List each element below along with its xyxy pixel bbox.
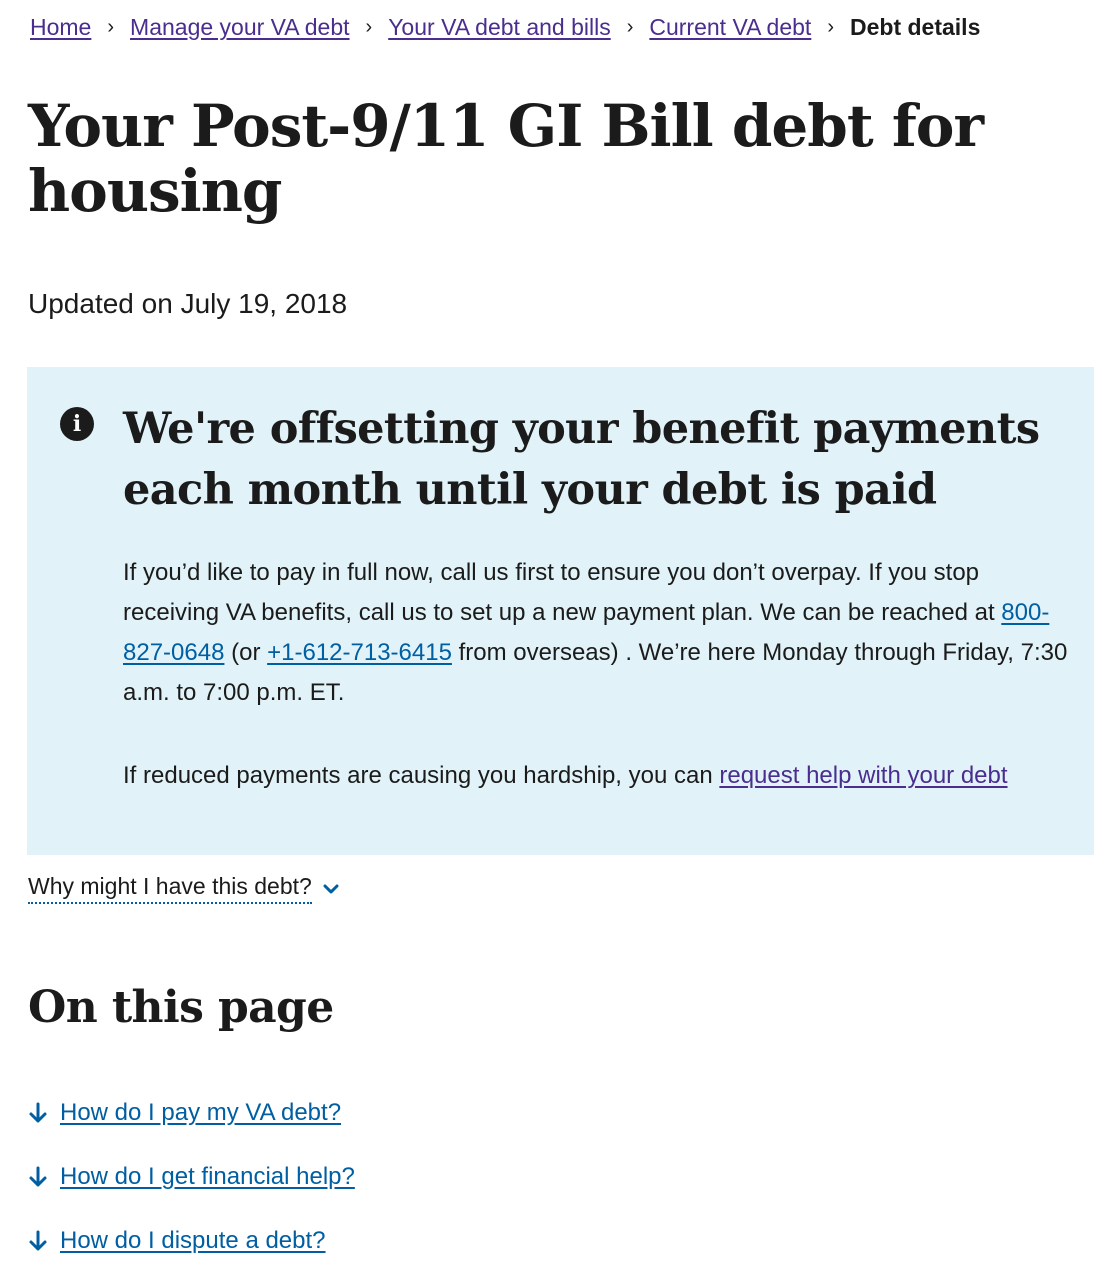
chevron-down-icon [323,884,339,893]
alert-paragraph-hardship: If reduced payments are causing you hard… [123,756,1073,796]
breadcrumb: Home › Manage your VA debt › Your VA deb… [30,14,980,41]
arrow-down-icon [29,1230,47,1251]
info-alert: i We're offsetting your benefit payments… [27,367,1094,855]
request-help-link[interactable]: request help with your debt [719,762,1007,789]
alert-paragraph-contact: If you’d like to pay in full now, call u… [123,553,1073,713]
breadcrumb-separator: › [626,16,634,38]
alert-body: If you’d like to pay in full now, call u… [123,553,1073,796]
why-debt-label: Why might I have this debt? [28,873,312,904]
why-debt-expander[interactable]: Why might I have this debt? [28,873,340,904]
updated-date: Updated on July 19, 2018 [28,288,348,319]
alert-text: If you’d like to pay in full now, call u… [123,559,1002,626]
jump-link-item: How do I get financial help? [28,1160,355,1194]
alert-heading: We're offsetting your benefit payments e… [123,404,1040,515]
jump-link-financial-help[interactable]: How do I get financial help? [60,1163,355,1191]
hardship-text: If reduced payments are causing you hard… [123,762,720,789]
jump-link-pay-debt[interactable]: How do I pay my VA debt? [60,1099,341,1127]
page: Home › Manage your VA debt › Your VA deb… [0,0,1116,1276]
jump-link-item: How do I pay my VA debt? [28,1096,355,1130]
breadcrumb-debt-bills-link[interactable]: Your VA debt and bills [388,14,611,41]
breadcrumb-current-page: Debt details [850,14,981,40]
on-this-page-heading: On this page [28,982,334,1033]
jump-link-item: How do I dispute a debt? [28,1224,355,1258]
page-title: Your Post-9/11 GI Bill debt for housing [28,92,984,225]
arrow-down-icon [29,1166,47,1187]
info-icon: i [60,407,94,441]
breadcrumb-manage-debt-link[interactable]: Manage your VA debt [130,14,350,41]
breadcrumb-home-link[interactable]: Home [30,14,91,41]
arrow-down-icon [29,1102,47,1123]
overseas-phone-link[interactable]: +1-612-713-6415 [267,639,452,666]
breadcrumb-separator: › [365,16,373,38]
breadcrumb-separator: › [107,16,115,38]
alert-text: (or [224,639,268,666]
jump-link-dispute-debt[interactable]: How do I dispute a debt? [60,1227,326,1255]
breadcrumb-separator: › [827,16,834,38]
on-this-page-links: How do I pay my VA debt? How do I get fi… [28,1096,355,1276]
breadcrumb-current-debt-link[interactable]: Current VA debt [649,14,811,41]
